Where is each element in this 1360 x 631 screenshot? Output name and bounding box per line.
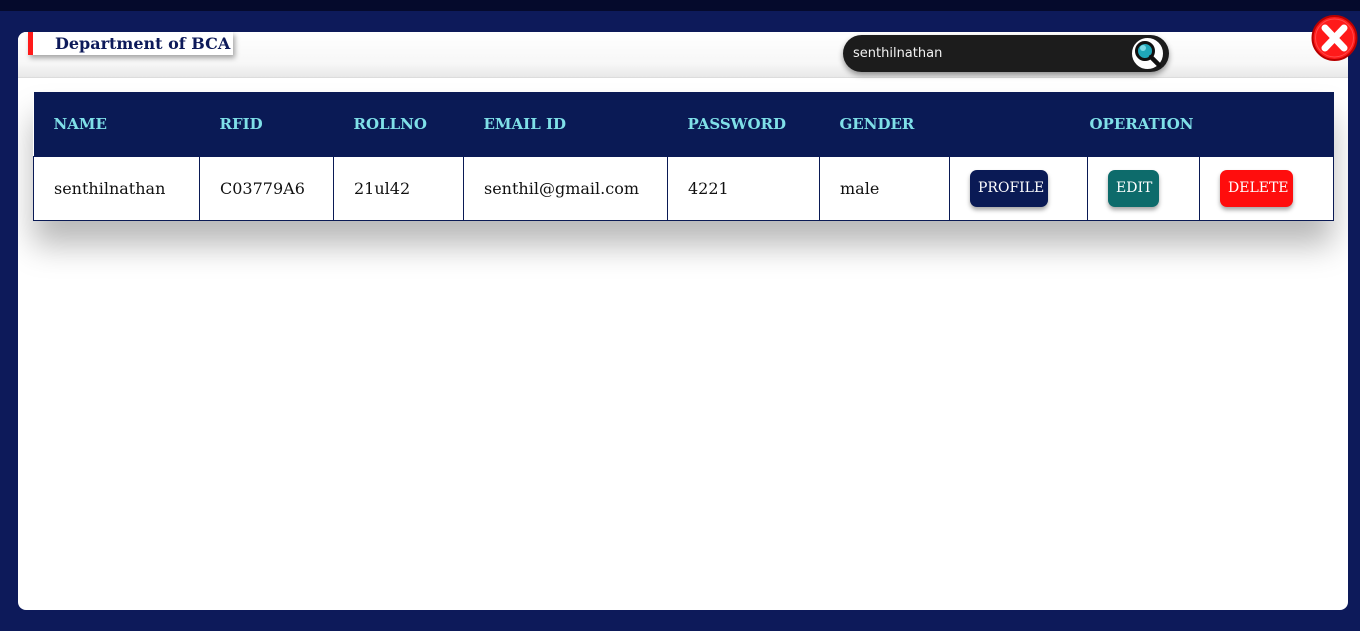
search-icon: [1135, 41, 1162, 68]
table-header-row: NAME RFID ROLLNO EMAIL ID PASSWORD GENDE…: [33, 92, 1334, 156]
header-rfid: RFID: [219, 114, 263, 133]
panel-header: Department of BCA: [18, 32, 1348, 78]
header-password: PASSWORD: [687, 114, 787, 133]
delete-button[interactable]: DELETE: [1220, 169, 1293, 207]
search-button[interactable]: [1130, 36, 1165, 71]
cell-gender: male: [819, 155, 950, 221]
search-box: [843, 35, 1169, 72]
profile-button[interactable]: PROFILE: [970, 169, 1048, 207]
cell-delete: DELETE: [1198, 155, 1335, 221]
cell-edit: EDIT: [1087, 155, 1200, 221]
department-title: Department of BCA: [28, 32, 233, 55]
cell-email: senthil@gmail.com: [463, 155, 668, 221]
cell-name: senthilnathan: [33, 155, 200, 221]
cell-rollno: 21ul42: [333, 155, 464, 221]
header-email: EMAIL ID: [483, 114, 567, 133]
student-panel: Department of BCA senthilnathan NAME RFI…: [18, 32, 1348, 610]
students-table: NAME RFID ROLLNO EMAIL ID PASSWORD GENDE…: [33, 92, 1335, 221]
header-rollno: ROLLNO: [353, 114, 427, 133]
header-gender: GENDER: [839, 114, 915, 133]
close-icon: [1311, 15, 1358, 61]
table-row: senthilnathan C03779A6 21ul42 senthil@gm…: [33, 155, 1335, 221]
cell-password: 4221: [667, 155, 820, 221]
cell-profile: PROFILE: [949, 155, 1088, 221]
cell-rfid: C03779A6: [199, 155, 334, 221]
header-name: NAME: [53, 114, 107, 133]
bookmarks-bar: [0, 0, 1360, 11]
search-input[interactable]: [853, 39, 1123, 68]
close-button[interactable]: [1310, 14, 1359, 62]
edit-button[interactable]: EDIT: [1108, 169, 1159, 207]
header-operation: OPERATION: [1089, 114, 1194, 133]
